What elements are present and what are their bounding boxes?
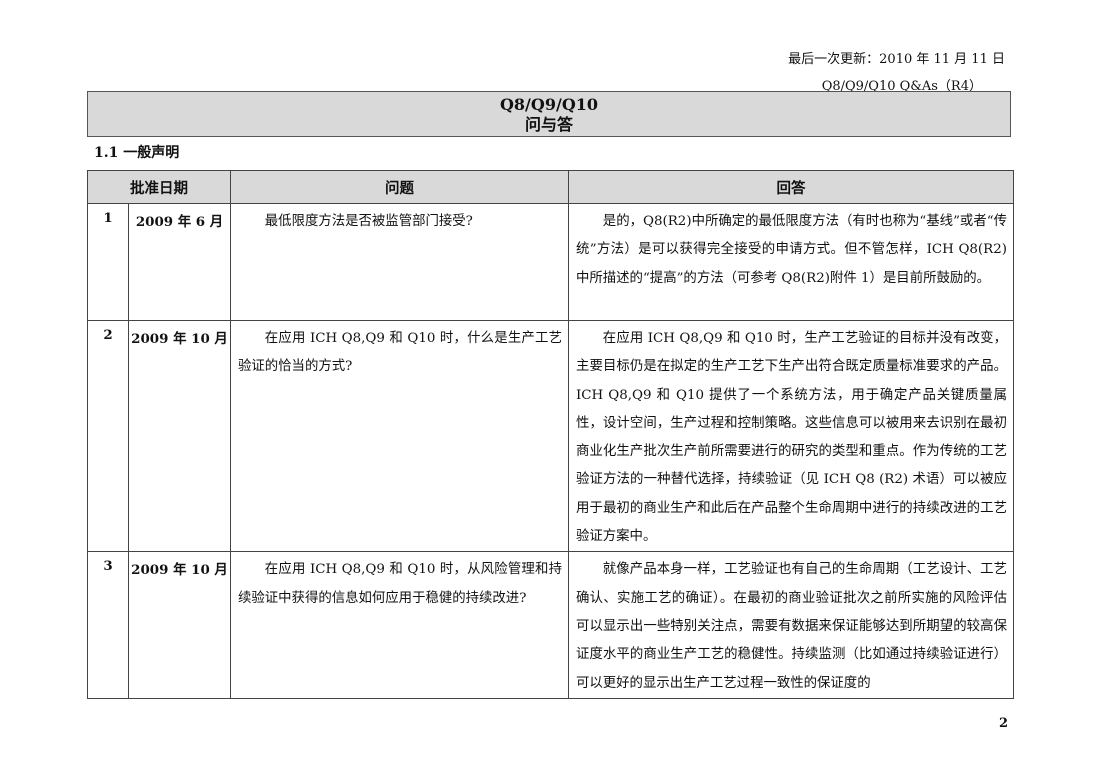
column-header-answer: 回答 [568,170,1014,204]
section-heading: 1.1 一般声明 [94,145,180,161]
row-number: 2 [87,319,129,553]
answer-cell: 在应用 ICH Q8,Q9 和 Q10 时，生产工艺验证的目标并没有改变，主要目… [568,319,1014,553]
answer-text: 就像产品本身一样，工艺验证也有自己的生命周期（工艺设计、工艺确认、实施工艺的确证… [576,562,1007,691]
question-text: 在应用 ICH Q8,Q9 和 Q10 时，从风险管理和持续验证中获得的信息如何… [238,562,562,606]
row-number: 3 [87,551,129,699]
question-text: 在应用 ICH Q8,Q9 和 Q10 时，什么是生产工艺验证的恰当的方式? [238,331,562,375]
column-header-question: 问题 [230,170,569,204]
table-row: 2 2009 年 10 月 在应用 ICH Q8,Q9 和 Q10 时，什么是生… [87,319,1014,553]
title-line-2: 问与答 [524,115,573,134]
answer-cell: 是的，Q8(R2)中所确定的最低限度方法（有时也称为“基线”或者“传统”方法）是… [568,203,1014,321]
answer-text: 是的，Q8(R2)中所确定的最低限度方法（有时也称为“基线”或者“传统”方法）是… [576,214,1007,286]
qa-table: 批准日期 问题 回答 1 2009 年 6 月 最低限度方法是否被监管部门接受?… [87,170,1014,699]
column-header-approval-date: 批准日期 [87,170,231,204]
page-number: 2 [999,716,1009,731]
question-cell: 在应用 ICH Q8,Q9 和 Q10 时，什么是生产工艺验证的恰当的方式? [230,319,569,553]
answer-cell: 就像产品本身一样，工艺验证也有自己的生命周期（工艺设计、工艺确认、实施工艺的确证… [568,551,1014,699]
approval-date: 2009 年 6 月 [128,203,231,321]
document-title-box: Q8/Q9/Q10 问与答 [87,91,1011,137]
question-cell: 最低限度方法是否被监管部门接受? [230,203,569,321]
question-cell: 在应用 ICH Q8,Q9 和 Q10 时，从风险管理和持续验证中获得的信息如何… [230,551,569,699]
approval-date: 2009 年 10 月 [128,319,231,553]
question-text: 最低限度方法是否被监管部门接受? [264,214,473,229]
last-updated-text: 最后一次更新：2010 年 11 月 11 日 [788,52,1005,67]
table-row: 3 2009 年 10 月 在应用 ICH Q8,Q9 和 Q10 时，从风险管… [87,551,1014,699]
approval-date: 2009 年 10 月 [128,551,231,699]
answer-text: 在应用 ICH Q8,Q9 和 Q10 时，生产工艺验证的目标并没有改变，主要目… [576,331,1007,545]
title-line-1: Q8/Q9/Q10 [499,95,599,114]
table-row: 1 2009 年 6 月 最低限度方法是否被监管部门接受? 是的，Q8(R2)中… [87,203,1014,321]
table-header-row: 批准日期 问题 回答 [87,170,1014,204]
row-number: 1 [87,203,129,321]
